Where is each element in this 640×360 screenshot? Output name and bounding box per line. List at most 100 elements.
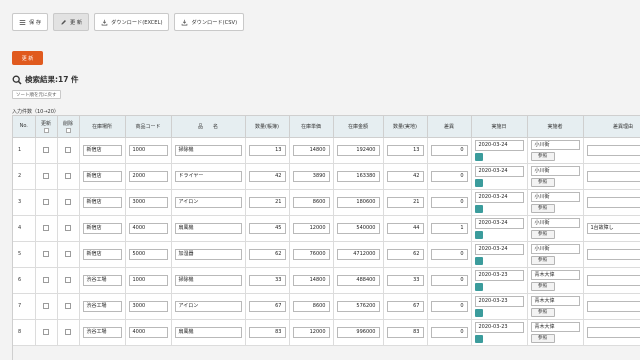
qty-actual-input[interactable]: 42 — [386, 170, 424, 182]
delete-checkbox[interactable] — [65, 250, 71, 257]
update-button[interactable]: 更 新 — [12, 51, 43, 65]
calendar-icon[interactable] — [474, 178, 483, 187]
reference-button[interactable]: 参照 — [530, 281, 555, 291]
amount-input[interactable]: 540000 — [336, 222, 380, 234]
unit-price-input[interactable]: 8600 — [292, 300, 330, 312]
reason-input[interactable] — [586, 144, 640, 156]
diff-input[interactable]: 1 — [430, 222, 468, 234]
delete-checkbox[interactable] — [65, 198, 71, 205]
amount-input[interactable]: 576200 — [336, 300, 380, 312]
qty-actual-input[interactable]: 13 — [386, 144, 424, 156]
location-input[interactable]: 新宿店 — [82, 222, 122, 234]
col-header-qty-actual[interactable]: 数量(実地) — [383, 116, 428, 138]
unit-price-input[interactable]: 76000 — [292, 248, 330, 260]
select-all-update-checkbox[interactable] — [43, 127, 49, 133]
update-checkbox[interactable] — [43, 146, 49, 153]
update-checkbox[interactable] — [43, 328, 49, 335]
product-code-input[interactable]: 1000 — [128, 274, 168, 286]
product-name-input[interactable]: アイロン — [174, 196, 242, 208]
calendar-icon[interactable] — [474, 334, 483, 343]
qty-book-input[interactable]: 21 — [248, 196, 286, 208]
person-input[interactable]: 小川街 — [530, 243, 580, 254]
qty-book-input[interactable]: 42 — [248, 170, 286, 182]
location-input[interactable]: 新宿店 — [82, 248, 122, 260]
product-code-input[interactable]: 3000 — [128, 300, 168, 312]
qty-actual-input[interactable]: 67 — [386, 300, 424, 312]
product-name-input[interactable]: 扇風機 — [174, 222, 242, 234]
update-checkbox[interactable] — [43, 198, 49, 205]
reason-input[interactable]: 1台故障し — [586, 222, 640, 234]
reference-button[interactable]: 参照 — [530, 333, 555, 343]
col-header-diff[interactable]: 差異 — [427, 116, 472, 138]
person-input[interactable]: 小川街 — [530, 165, 580, 176]
col-header-reason[interactable]: 差異理由 — [583, 116, 640, 138]
delete-checkbox[interactable] — [65, 146, 71, 153]
reason-input[interactable] — [586, 248, 640, 260]
update-checkbox[interactable] — [43, 172, 49, 179]
diff-input[interactable]: 0 — [430, 196, 468, 208]
unit-price-input[interactable]: 3890 — [292, 170, 330, 182]
location-input[interactable]: 新宿店 — [82, 196, 122, 208]
qty-actual-input[interactable]: 44 — [386, 222, 424, 234]
delete-checkbox[interactable] — [65, 276, 71, 283]
reset-sort-button[interactable]: ソート順を元に戻す — [12, 90, 61, 99]
product-name-input[interactable]: ドライヤー — [174, 170, 242, 182]
diff-input[interactable]: 0 — [430, 170, 468, 182]
person-input[interactable]: 青木大偉 — [530, 321, 580, 332]
qty-actual-input[interactable]: 83 — [386, 326, 424, 338]
product-code-input[interactable]: 4000 — [128, 326, 168, 338]
col-header-qty-book[interactable]: 数量(帳簿) — [245, 116, 290, 138]
calendar-icon[interactable] — [474, 256, 483, 265]
product-code-input[interactable]: 4000 — [128, 222, 168, 234]
col-header-no[interactable]: No. — [13, 116, 36, 138]
col-header-unit-price[interactable]: 在庫単価 — [289, 116, 334, 138]
product-code-input[interactable]: 3000 — [128, 196, 168, 208]
amount-input[interactable]: 163380 — [336, 170, 380, 182]
person-input[interactable]: 小川街 — [530, 139, 580, 150]
calendar-icon[interactable] — [474, 308, 483, 317]
calendar-icon[interactable] — [474, 282, 483, 291]
amount-input[interactable]: 192400 — [336, 144, 380, 156]
reference-button[interactable]: 参照 — [530, 255, 555, 265]
product-code-input[interactable]: 5000 — [128, 248, 168, 260]
diff-input[interactable]: 0 — [430, 144, 468, 156]
diff-input[interactable]: 0 — [430, 274, 468, 286]
reason-input[interactable] — [586, 300, 640, 312]
delete-checkbox[interactable] — [65, 224, 71, 231]
diff-input[interactable]: 0 — [430, 300, 468, 312]
update-checkbox[interactable] — [43, 224, 49, 231]
qty-book-input[interactable]: 62 — [248, 248, 286, 260]
amount-input[interactable]: 180600 — [336, 196, 380, 208]
update-checkbox[interactable] — [43, 250, 49, 257]
col-header-product-code[interactable]: 商品コード — [125, 116, 172, 138]
product-code-input[interactable]: 2000 — [128, 170, 168, 182]
reference-button[interactable]: 参照 — [530, 203, 555, 213]
col-header-amount[interactable]: 在庫金額 — [333, 116, 384, 138]
person-input[interactable]: 小川街 — [530, 217, 580, 228]
reference-button[interactable]: 参照 — [530, 151, 555, 161]
col-header-person[interactable]: 実施者 — [527, 116, 584, 138]
unit-price-input[interactable]: 8600 — [292, 196, 330, 208]
col-header-product-name[interactable]: 品 名 — [171, 116, 246, 138]
product-name-input[interactable]: 扇風機 — [174, 326, 242, 338]
reason-input[interactable] — [586, 326, 640, 338]
location-input[interactable]: 新宿店 — [82, 144, 122, 156]
reason-input[interactable] — [586, 196, 640, 208]
update-checkbox[interactable] — [43, 276, 49, 283]
product-name-input[interactable]: 掃除機 — [174, 144, 242, 156]
diff-input[interactable]: 0 — [430, 248, 468, 260]
reference-button[interactable]: 参照 — [530, 229, 555, 239]
reason-input[interactable] — [586, 274, 640, 286]
product-name-input[interactable]: 加湿器 — [174, 248, 242, 260]
delete-checkbox[interactable] — [65, 328, 71, 335]
date-input[interactable]: 2020-03-23 — [474, 321, 524, 333]
input-count-link[interactable]: 入力件数（10→20） — [12, 108, 59, 115]
date-input[interactable]: 2020-03-23 — [474, 269, 524, 281]
qty-book-input[interactable]: 83 — [248, 326, 286, 338]
calendar-icon[interactable] — [474, 204, 483, 213]
product-name-input[interactable]: アイロン — [174, 300, 242, 312]
reason-input[interactable] — [586, 170, 640, 182]
date-input[interactable]: 2020-03-24 — [474, 191, 524, 203]
update-checkbox[interactable] — [43, 302, 49, 309]
product-name-input[interactable]: 掃除機 — [174, 274, 242, 286]
